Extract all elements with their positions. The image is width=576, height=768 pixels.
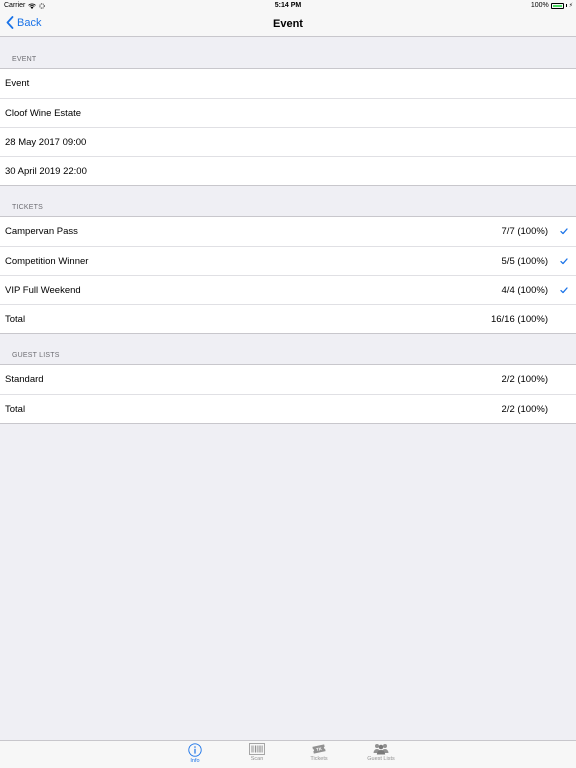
ticket-label: VIP Full Weekend bbox=[5, 284, 81, 296]
guest-lists-total-row: Total 2/2 (100%) bbox=[0, 394, 576, 423]
status-bar: Carrier 5:14 PM 100% ⚡ bbox=[0, 0, 576, 12]
ticket-row[interactable]: Campervan Pass 7/7 (100%) bbox=[0, 217, 576, 246]
info-icon bbox=[188, 743, 202, 757]
barcode-icon bbox=[249, 743, 265, 755]
event-group: Event Cloof Wine Estate 28 May 2017 09:0… bbox=[0, 68, 576, 186]
ticket-label: Campervan Pass bbox=[5, 226, 78, 237]
page-title: Event bbox=[273, 18, 303, 30]
ticket-count: 7/7 (100%) bbox=[501, 226, 548, 237]
tab-tickets[interactable]: TK Tickets bbox=[299, 741, 339, 768]
checkmark-icon bbox=[560, 217, 568, 246]
event-end-row: 30 April 2019 22:00 bbox=[0, 156, 576, 185]
tab-info[interactable]: Info bbox=[175, 741, 215, 768]
clock: 5:14 PM bbox=[274, 2, 302, 9]
guest-list-row[interactable]: Standard 2/2 (100%) bbox=[0, 365, 576, 394]
total-count: 2/2 (100%) bbox=[501, 403, 548, 415]
total-label: Total bbox=[5, 313, 26, 325]
tab-label: Guest Lists bbox=[367, 756, 395, 762]
guest-list-count: 2/2 (100%) bbox=[501, 374, 548, 385]
section-header-guest-lists: GUEST LISTS bbox=[12, 352, 60, 359]
total-count: 16/16 (100%) bbox=[490, 313, 548, 325]
guest-list-label: Standard bbox=[5, 374, 44, 385]
tab-guest-lists[interactable]: Guest Lists bbox=[361, 741, 401, 768]
ticket-label: Competition Winner bbox=[5, 255, 89, 267]
tab-label: Info bbox=[190, 758, 200, 764]
content: EVENT Event Cloof Wine Estate 28 May 201… bbox=[0, 38, 576, 424]
ticket-row[interactable]: Competition Winner 5/5 (100%) bbox=[0, 246, 576, 275]
tab-label: Tickets bbox=[310, 756, 328, 762]
people-icon bbox=[373, 744, 389, 755]
ticket-icon: TK bbox=[312, 744, 326, 754]
event-end: 30 April 2019 22:00 bbox=[5, 165, 87, 177]
checkmark-icon bbox=[560, 276, 568, 304]
event-start-row: 28 May 2017 09:00 bbox=[0, 127, 576, 156]
total-label: Total bbox=[5, 403, 26, 415]
event-venue-row: Cloof Wine Estate bbox=[0, 98, 576, 127]
battery-indicator: 100% ⚡ bbox=[531, 2, 573, 9]
battery-percent: 100% bbox=[530, 2, 549, 9]
tickets-group: Campervan Pass 7/7 (100%) Competition Wi… bbox=[0, 216, 576, 334]
tab-label: Scan bbox=[250, 756, 264, 762]
ticket-count: 4/4 (100%) bbox=[501, 284, 548, 296]
battery-tip bbox=[565, 4, 567, 7]
section-header-event: EVENT bbox=[12, 56, 37, 63]
tickets-total-row: Total 16/16 (100%) bbox=[0, 304, 576, 333]
battery-icon bbox=[550, 2, 564, 9]
event-venue: Cloof Wine Estate bbox=[5, 107, 82, 119]
ticket-count: 5/5 (100%) bbox=[501, 255, 548, 267]
event-name: Event bbox=[5, 78, 30, 89]
checkmark-icon bbox=[560, 247, 568, 275]
event-start: 28 May 2017 09:00 bbox=[5, 136, 87, 148]
tab-bar: Info Scan TK Tickets Guest Lists bbox=[0, 740, 576, 768]
guest-lists-group: Standard 2/2 (100%) Total 2/2 (100%) bbox=[0, 364, 576, 424]
tab-scan[interactable]: Scan bbox=[237, 741, 277, 768]
section-header-tickets: TICKETS bbox=[12, 204, 43, 211]
navigation-bar: Back Event bbox=[0, 12, 576, 37]
charging-icon: ⚡ bbox=[568, 3, 573, 9]
event-name-row: Event bbox=[0, 69, 576, 98]
ticket-row[interactable]: VIP Full Weekend 4/4 (100%) bbox=[0, 275, 576, 304]
